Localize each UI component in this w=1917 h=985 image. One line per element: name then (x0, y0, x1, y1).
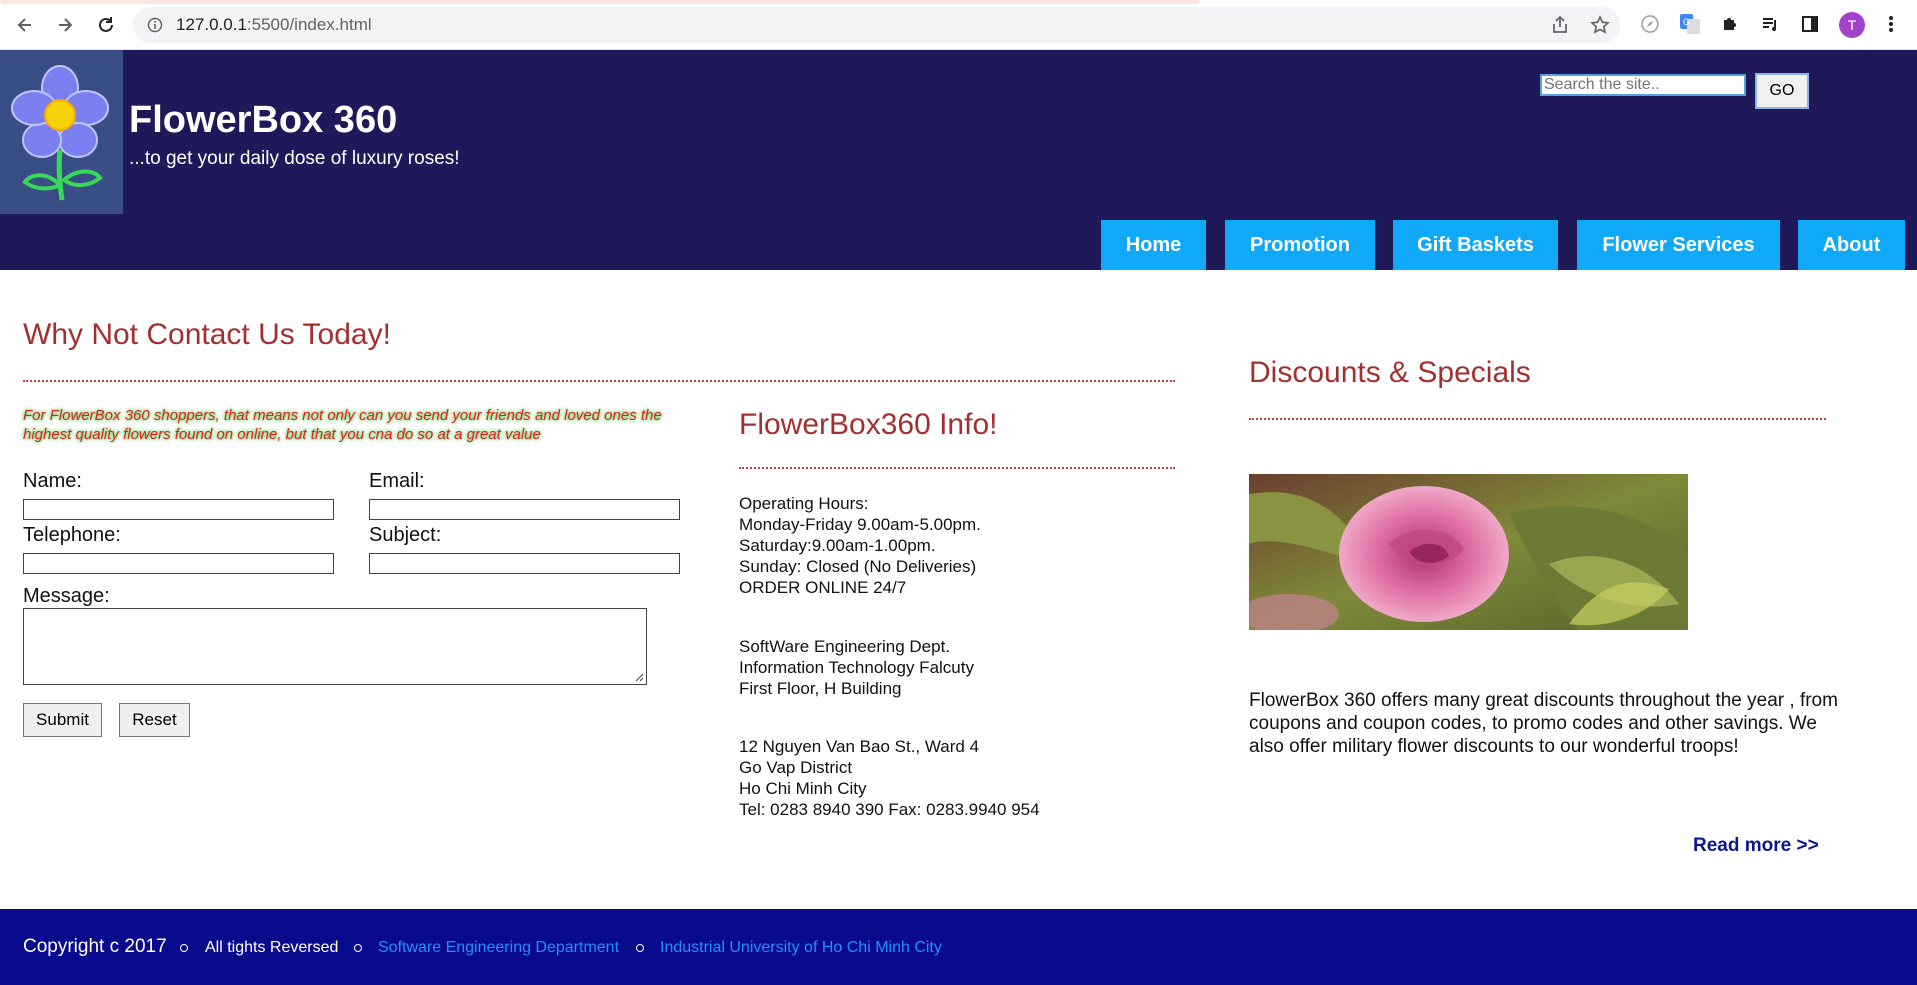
reading-list-icon[interactable] (1758, 12, 1782, 36)
message-label: Message: (23, 585, 110, 607)
nav-promotion[interactable]: Promotion (1225, 220, 1375, 270)
share-icon[interactable] (1550, 15, 1570, 40)
bullet-icon (180, 944, 188, 952)
tab-strip-edge (0, 0, 1200, 4)
search-go-button[interactable]: GO (1755, 73, 1809, 109)
back-icon[interactable] (12, 12, 38, 38)
browser-toolbar: 127.0.0.1:5500/index.html G T (0, 0, 1917, 50)
hours-line: Monday-Friday 9.00am-5.00pm. (739, 515, 981, 534)
site-tagline: ...to get your daily dose of luxury rose… (129, 148, 460, 169)
dept-line: Information Technology Falcuty (739, 658, 974, 677)
site-search-input[interactable] (1540, 74, 1746, 96)
url-path: :5500/index.html (246, 15, 372, 34)
name-field[interactable] (23, 499, 334, 520)
nav-about[interactable]: About (1798, 220, 1905, 270)
info-heading: FlowerBox360 Info! (739, 408, 998, 441)
flower-logo[interactable] (0, 50, 123, 214)
read-more-link[interactable]: Read more >> (1693, 835, 1819, 857)
hours-line: Operating Hours: (739, 494, 869, 513)
nav-flower-services[interactable]: Flower Services (1577, 220, 1780, 270)
side-panel-icon[interactable] (1798, 12, 1822, 36)
subject-field[interactable] (369, 553, 680, 574)
forward-icon[interactable] (52, 12, 78, 38)
url-host: 127.0.0.1 (176, 15, 247, 34)
address-line: 12 Nguyen Van Bao St., Ward 4 (739, 737, 980, 756)
contact-promo-text: For FlowerBox 360 shoppers, that means n… (23, 407, 662, 443)
bullet-icon (354, 944, 362, 952)
reload-icon[interactable] (93, 12, 119, 38)
email-field[interactable] (369, 499, 680, 520)
contact-divider (23, 380, 1175, 382)
rose-image (1239, 474, 1688, 634)
site-header: FlowerBox 360 ...to get your daily dose … (0, 50, 1917, 270)
compass-extension-icon[interactable] (1638, 12, 1662, 36)
bullet-icon (636, 944, 644, 952)
bookmark-star-icon[interactable] (1590, 15, 1610, 40)
info-divider (739, 467, 1175, 469)
translate-extension-icon[interactable]: G (1678, 12, 1702, 36)
nav-gift-baskets[interactable]: Gift Baskets (1393, 220, 1558, 270)
name-label: Name: (23, 470, 82, 492)
discounts-heading: Discounts & Specials (1249, 356, 1531, 389)
hours-line: Saturday:9.00am-1.00pm. (739, 536, 936, 555)
hours-line: Sunday: Closed (No Deliveries) (739, 557, 977, 576)
email-label: Email: (369, 470, 425, 492)
nav-home[interactable]: Home (1101, 220, 1206, 270)
svg-text:G: G (1683, 17, 1690, 27)
reset-button[interactable]: Reset (119, 703, 190, 737)
address-line: Tel: 0283 8940 390 Fax: 0283.9940 954 (739, 800, 1040, 819)
dept-line: First Floor, H Building (739, 679, 902, 698)
dept-line: SoftWare Engineering Dept. (739, 637, 951, 656)
address-line: Ho Chi Minh City (739, 779, 867, 798)
discounts-divider (1249, 418, 1826, 420)
extensions-puzzle-icon[interactable] (1718, 12, 1742, 36)
contact-heading: Why Not Contact Us Today! (23, 318, 391, 351)
profile-avatar[interactable]: T (1839, 12, 1865, 38)
site-info-icon[interactable] (147, 17, 163, 38)
footer-link-university[interactable]: Industrial University of Ho Chi Minh Cit… (660, 939, 942, 957)
site-title: FlowerBox 360 (129, 99, 398, 141)
telephone-label: Telephone: (23, 524, 121, 546)
address-line: Go Vap District (739, 758, 853, 777)
hours-line: ORDER ONLINE 24/7 (739, 578, 907, 597)
subject-label: Subject: (369, 524, 442, 546)
address-bar[interactable]: 127.0.0.1:5500/index.html (133, 7, 1620, 43)
site-footer: Copyright c 2017 All tights Reversed Sof… (0, 909, 1917, 985)
message-textarea[interactable] (23, 608, 647, 685)
submit-button[interactable]: Submit (23, 703, 102, 737)
footer-link-software-dept[interactable]: Software Engineering Department (378, 939, 619, 957)
rights-text: All tights Reversed (205, 939, 339, 956)
resize-handle-icon[interactable] (634, 672, 644, 682)
url-text: 127.0.0.1:5500/index.html (176, 15, 372, 35)
discounts-text: FlowerBox 360 offers many great discount… (1249, 690, 1838, 757)
browser-menu-icon[interactable] (1879, 12, 1903, 36)
telephone-field[interactable] (23, 553, 334, 574)
copyright-text: Copyright c 2017 (23, 936, 167, 957)
